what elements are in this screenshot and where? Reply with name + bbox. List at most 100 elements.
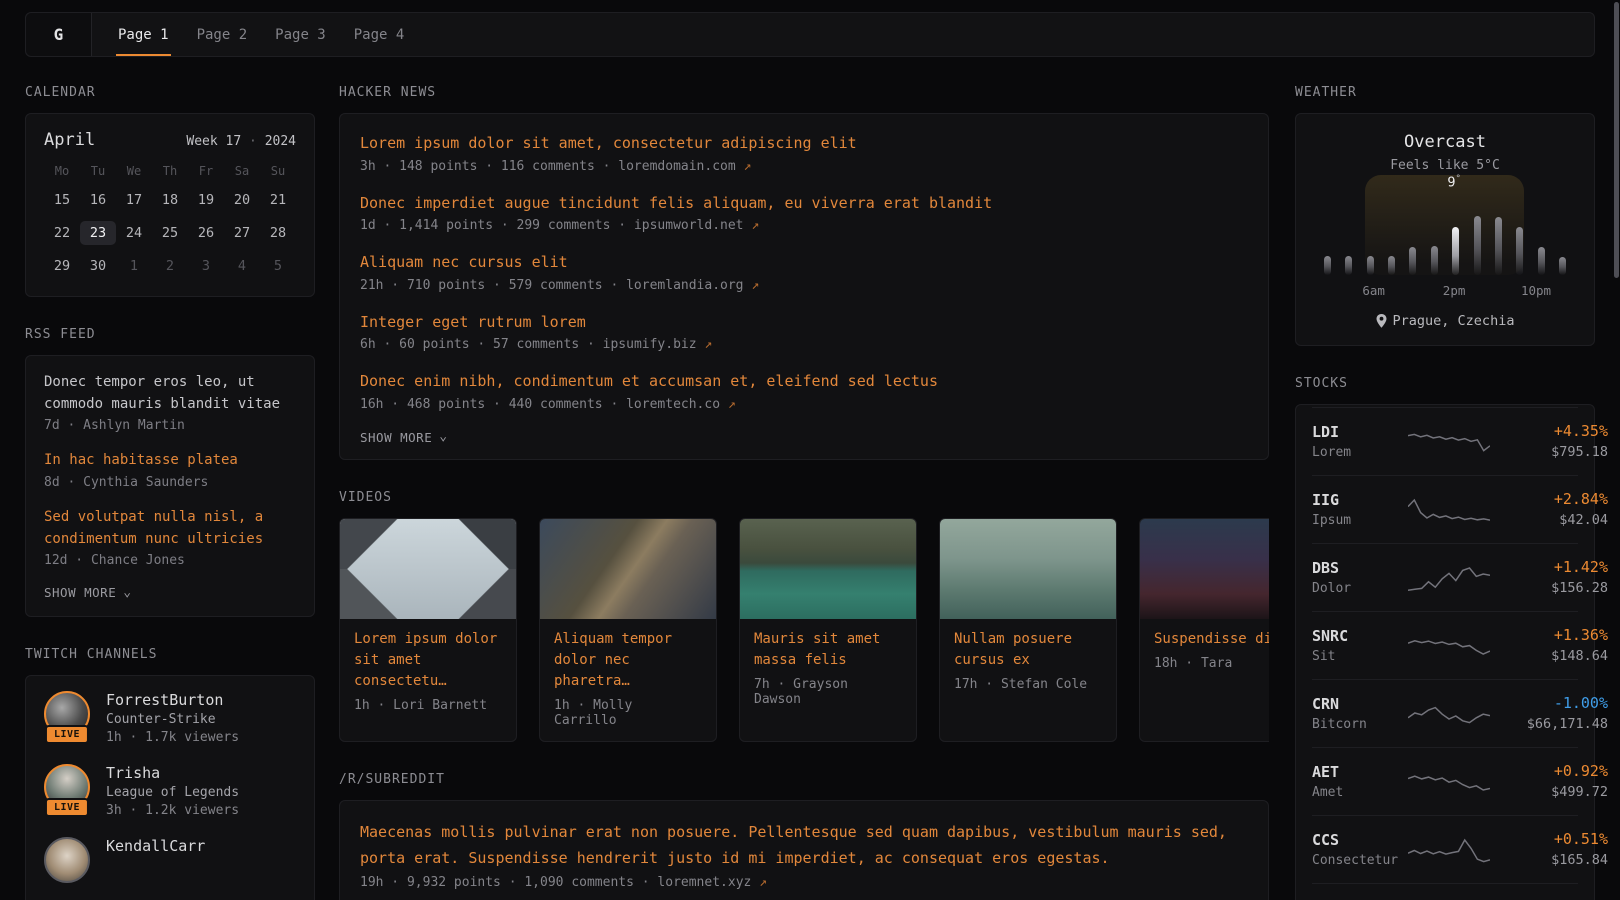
channel-name[interactable]: KendallCarr: [106, 837, 205, 855]
stock-row[interactable]: CCS Consectetur +0.51% $165.84: [1312, 815, 1578, 883]
page-tab[interactable]: Page 2: [183, 13, 262, 56]
item-meta-text: 21h · 710 points · 579 comments ·: [360, 278, 626, 293]
stock-id: LDI Lorem: [1312, 423, 1408, 460]
video-meta: 1h · Molly Carrillo: [554, 698, 702, 728]
temperature-bar: [1409, 247, 1416, 275]
hacker-news-show-more-button[interactable]: SHOW MORE ⌄: [360, 430, 1248, 445]
stock-symbol: AET: [1312, 763, 1408, 781]
stock-symbol: DBS: [1312, 559, 1408, 577]
temperature-bar: [1345, 256, 1352, 275]
calendar-section-label: CALENDAR: [25, 85, 315, 100]
rss-card: Donec tempor eros leo, ut commodo mauris…: [25, 355, 315, 617]
video-card[interactable]: Nullam posuere cursus ex 17h · Stefan Co…: [939, 518, 1117, 742]
chevron-down-icon: ⌄: [439, 434, 447, 441]
hacker-news-item-title[interactable]: Integer eget rutrum lorem: [360, 311, 1248, 334]
page-tab-label: Page 4: [354, 27, 405, 43]
stock-price: $148.64: [1490, 648, 1608, 664]
stock-row[interactable]: IIG Ipsum +2.84% $42.04: [1312, 475, 1578, 543]
hacker-news-item-title[interactable]: Donec imperdiet augue tincidunt felis al…: [360, 192, 1248, 215]
hacker-news-item-title[interactable]: Aliquam nec cursus elit: [360, 251, 1248, 274]
rss-show-more-button[interactable]: SHOW MORE ⌄: [44, 585, 296, 600]
video-card[interactable]: Suspendisse diam 18h · Tara: [1139, 518, 1269, 742]
stock-row[interactable]: AET Amet +0.92% $499.72: [1312, 747, 1578, 815]
stocks-widget: STOCKS LDI Lorem +4.35% $795.18: [1295, 376, 1595, 900]
subreddit-section-label: /R/SUBREDDIT: [339, 772, 1269, 787]
calendar-day: 4: [224, 254, 260, 278]
rss-item-title[interactable]: Sed volutpat nulla nisl, a condimentum n…: [44, 507, 296, 550]
time-tick-label: 10pm: [1521, 283, 1551, 298]
video-title[interactable]: Nullam posuere cursus ex: [954, 629, 1102, 671]
video-thumbnail: [340, 519, 516, 619]
item-domain[interactable]: loremlandia.org: [626, 278, 743, 293]
hacker-news-item-title[interactable]: Lorem ipsum dolor sit amet, consectetur …: [360, 132, 1248, 155]
dashboard-page: G Page 1 Page 2 Page 3 Page 4: [0, 0, 1620, 900]
video-card[interactable]: Aliquam tempor dolor nec pharetra… 1h · …: [539, 518, 717, 742]
video-meta: 17h · Stefan Cole: [954, 677, 1102, 692]
item-domain[interactable]: ipsumworld.net: [634, 218, 744, 233]
rss-item-meta: 12d · Chance Jones: [44, 553, 296, 568]
item-meta-text: 19h · 9,932 points · 1,090 comments ·: [360, 875, 657, 890]
hacker-news-item-title[interactable]: Donec enim nibh, condimentum et accumsan…: [360, 370, 1248, 393]
stock-row[interactable]: LDI Lorem +4.35% $795.18: [1312, 407, 1578, 475]
calendar-year: 2024: [265, 134, 296, 149]
twitch-channel-row[interactable]: LIVE ForrestBurton Counter-Strike 1h · 1…: [44, 691, 296, 745]
page-tab[interactable]: Page 3: [261, 13, 340, 56]
video-body: Aliquam tempor dolor nec pharetra… 1h · …: [540, 619, 716, 741]
hacker-news-item: Donec imperdiet augue tincidunt felis al…: [360, 192, 1248, 234]
item-domain[interactable]: ipsumify.biz: [603, 337, 697, 352]
app-logo[interactable]: G: [26, 13, 92, 56]
temperature-bar: [1388, 256, 1395, 275]
stock-change: +1.36%: [1490, 626, 1608, 644]
middle-column: HACKER NEWS Lorem ipsum dolor sit amet, …: [339, 85, 1269, 900]
item-domain[interactable]: loremtech.co: [626, 397, 720, 412]
weather-widget: WEATHER Overcast Feels like 5°C 9° 6am2p…: [1295, 85, 1595, 346]
stock-sparkline: [1408, 494, 1490, 524]
calendar-day: 1: [116, 254, 152, 278]
video-card[interactable]: Mauris sit amet massa felis 7h · Grayson…: [739, 518, 917, 742]
videos-section-label: VIDEOS: [339, 490, 1269, 505]
subreddit-post-title[interactable]: Maecenas mollis pulvinar erat non posuer…: [360, 819, 1248, 872]
hacker-news-widget: HACKER NEWS Lorem ipsum dolor sit amet, …: [339, 85, 1269, 460]
video-thumbnail: [540, 519, 716, 619]
degree-symbol: °: [1455, 174, 1460, 184]
stock-sparkline: [1408, 562, 1490, 592]
hacker-news-item-meta: 1d · 1,414 points · 299 comments · ipsum…: [360, 218, 1248, 233]
avatar: [44, 837, 90, 883]
stock-change: +0.51%: [1490, 830, 1608, 848]
external-link-icon: ↗: [728, 397, 736, 412]
calendar-day: 27: [224, 221, 260, 245]
channel-name[interactable]: ForrestBurton: [106, 691, 239, 709]
page-tab[interactable]: Page 1: [104, 13, 183, 56]
stock-row[interactable]: DBS Dolor +1.42% $156.28: [1312, 543, 1578, 611]
rss-item: In hac habitasse platea 8d · Cynthia Sau…: [44, 450, 296, 490]
video-title[interactable]: Lorem ipsum dolor sit amet consectetu…: [354, 629, 502, 692]
weather-chart: 9°: [1322, 189, 1568, 275]
stock-row[interactable]: SNRC Sit +1.36% $148.64: [1312, 611, 1578, 679]
stock-row[interactable]: CRN Bitcorn -1.00% $66,171.48: [1312, 679, 1578, 747]
calendar-day: 17: [116, 188, 152, 212]
calendar-day: 18: [152, 188, 188, 212]
item-domain[interactable]: loremdomain.com: [618, 159, 735, 174]
twitch-channel-row[interactable]: LIVE KendallCarr: [44, 837, 296, 883]
channel-name[interactable]: Trisha: [106, 764, 239, 782]
scrollbar-thumb[interactable]: [1614, 2, 1619, 278]
stock-sparkline: [1408, 426, 1490, 456]
page-tab[interactable]: Page 4: [340, 13, 419, 56]
hacker-news-item-meta: 6h · 60 points · 57 comments · ipsumify.…: [360, 337, 1248, 352]
twitch-channel-row[interactable]: LIVE Trisha League of Legends 3h · 1.2k …: [44, 764, 296, 818]
video-title[interactable]: Mauris sit amet massa felis: [754, 629, 902, 671]
calendar-day: 28: [260, 221, 296, 245]
columns: CALENDAR April Week 17 · 2024 MoTuWeThFr…: [25, 85, 1595, 900]
stock-row[interactable]: AHS +0.46%: [1312, 883, 1578, 900]
item-meta-text: 1d · 1,414 points · 299 comments ·: [360, 218, 634, 233]
video-title[interactable]: Aliquam tempor dolor nec pharetra…: [554, 629, 702, 692]
time-tick-label: 2pm: [1443, 283, 1466, 298]
rss-item-title[interactable]: In hac habitasse platea: [44, 450, 296, 472]
avatar-wrap: LIVE: [44, 837, 90, 883]
video-title[interactable]: Suspendisse diam: [1154, 629, 1269, 650]
video-card[interactable]: Lorem ipsum dolor sit amet consectetu… 1…: [339, 518, 517, 742]
channel-game: Counter-Strike: [106, 712, 239, 727]
rss-item: Donec tempor eros leo, ut commodo mauris…: [44, 372, 296, 433]
item-domain[interactable]: loremnet.xyz: [657, 875, 751, 890]
rss-item-title[interactable]: Donec tempor eros leo, ut commodo mauris…: [44, 372, 296, 415]
